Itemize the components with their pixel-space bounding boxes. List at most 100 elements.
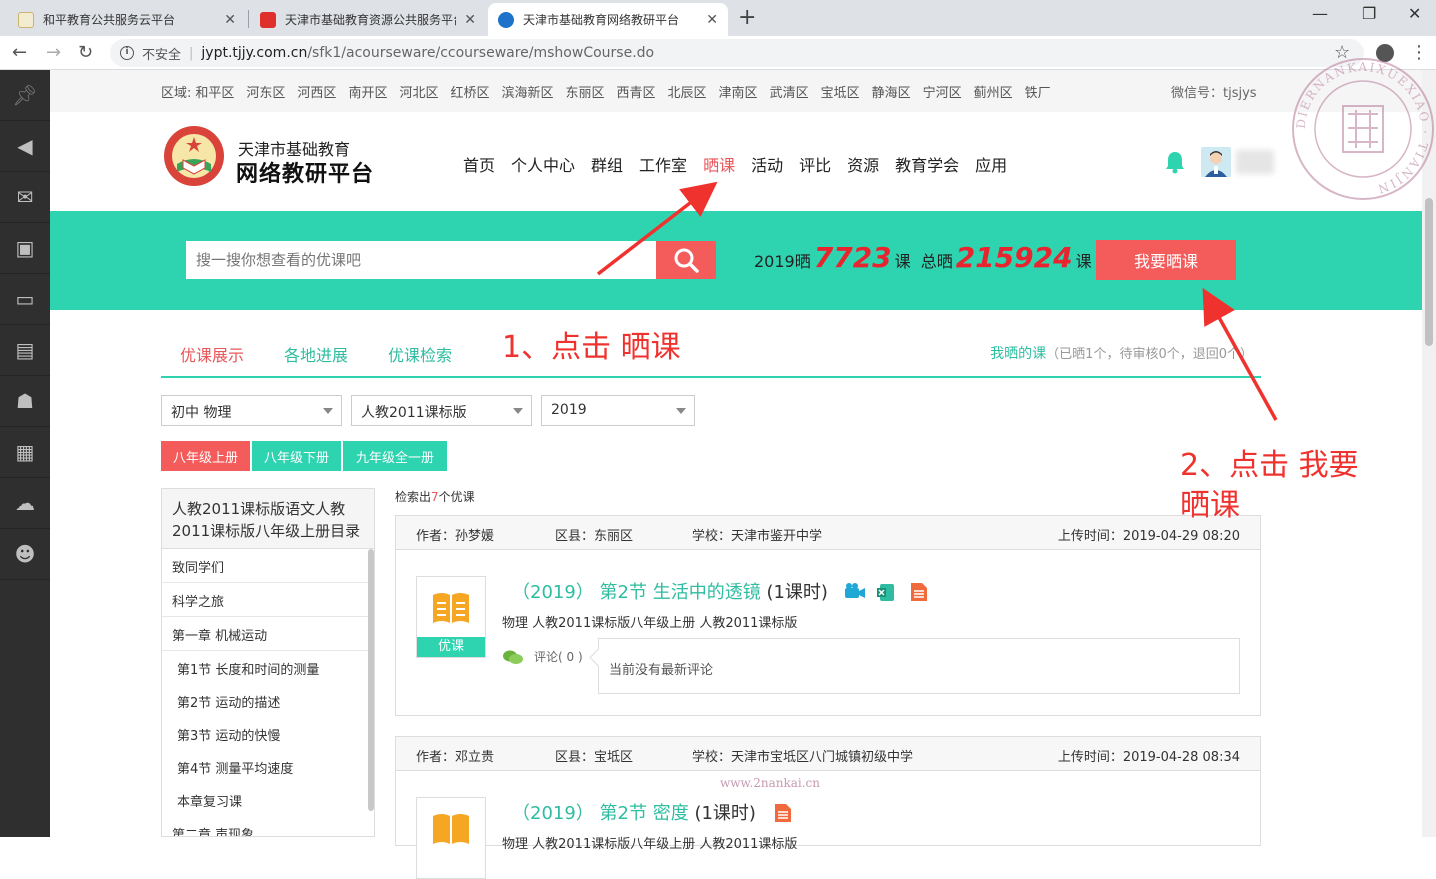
my-lessons-link[interactable]: 我晒的课: [990, 346, 1046, 362]
new-tab-button[interactable]: +: [738, 5, 756, 30]
tree-chapter-item[interactable]: 第一章 机械运动: [162, 617, 369, 651]
region-link[interactable]: 和平区: [195, 82, 234, 101]
nav-item[interactable]: 活动: [751, 152, 783, 176]
restore-icon[interactable]: ❐: [1362, 4, 1376, 23]
region-link[interactable]: 河西区: [297, 82, 336, 101]
region-link[interactable]: 静海区: [872, 82, 911, 101]
close-tab-icon[interactable]: ✕: [464, 12, 476, 28]
region-link[interactable]: 滨海新区: [501, 82, 553, 101]
close-tab-icon[interactable]: ✕: [224, 12, 236, 28]
region-link[interactable]: 武清区: [770, 82, 809, 101]
nav-item[interactable]: 评比: [799, 152, 831, 176]
browser-tab-1[interactable]: 和平教育公共服务云平台 ✕: [8, 3, 246, 36]
cloud-icon[interactable]: ☁: [0, 478, 50, 529]
tab-featured-lessons[interactable]: 优课展示: [180, 342, 244, 366]
region-link[interactable]: 蓟州区: [974, 82, 1013, 101]
tree-chapter-item[interactable]: 致同学们: [162, 549, 369, 583]
lesson-duration: (1课时): [694, 803, 756, 824]
scrollbar-thumb[interactable]: [1425, 198, 1433, 346]
region-link[interactable]: 津南区: [719, 82, 758, 101]
monitor-icon[interactable]: ▭: [0, 274, 50, 325]
tree-section-item[interactable]: 第4节 测量平均速度: [162, 750, 369, 783]
region-link[interactable]: 铁厂: [1025, 82, 1051, 101]
region-link[interactable]: 宁河区: [923, 82, 962, 101]
browser-tab-2[interactable]: 天津市基础教育资源公共服务平台 ✕: [250, 3, 486, 36]
tree-chapter-item[interactable]: 第二章 声现象: [162, 816, 369, 836]
comment-bubble-icon: [503, 650, 523, 664]
left-sidebar: 📌︎ ◀ ✉ ▣ ▭ ▤ ☗ ▦ ☁ ☻: [0, 70, 50, 837]
nav-item[interactable]: 工作室: [639, 152, 687, 176]
close-tab-icon[interactable]: ✕: [706, 12, 718, 28]
year-select[interactable]: 2019: [541, 395, 695, 426]
mail-icon[interactable]: ✉: [0, 172, 50, 223]
lesson-title-link[interactable]: （2019） 第2节 密度 (1课时): [512, 799, 756, 825]
tree-section-item[interactable]: 第2节 运动的描述: [162, 684, 369, 717]
region-link[interactable]: 河北区: [399, 82, 438, 101]
region-link[interactable]: 宝坻区: [821, 82, 860, 101]
lesson-thumbnail[interactable]: 优课: [416, 576, 486, 658]
search-input[interactable]: [186, 241, 656, 279]
region-link[interactable]: 东丽区: [566, 82, 605, 101]
document-icon[interactable]: [772, 803, 794, 823]
search-button[interactable]: [656, 241, 716, 279]
grade-button-9[interactable]: 九年级全一册: [343, 441, 447, 471]
wechat-id: 微信号：tjsjys: [1171, 86, 1257, 101]
subject-select[interactable]: 初中 物理: [161, 395, 342, 426]
region-link[interactable]: 北辰区: [668, 82, 707, 101]
card-header: 作者：邓立贵 区县：宝坻区 学校：天津市宝坻区八门城镇初级中学 上传时间：201…: [396, 737, 1260, 771]
address-bar[interactable]: i 不安全 | jypt.tjjy.com.cn /sfk1/acoursewa…: [110, 39, 1364, 67]
comment-count[interactable]: 评论( 0 ): [502, 648, 583, 665]
minimize-icon[interactable]: —: [1312, 4, 1328, 23]
users-icon[interactable]: ☻: [0, 529, 50, 580]
nav-item[interactable]: 应用: [975, 152, 1007, 176]
info-icon[interactable]: i: [120, 46, 134, 60]
tree-section-item[interactable]: 第1节 长度和时间的测量: [162, 651, 369, 684]
document-icon[interactable]: [908, 582, 930, 602]
tab-title: 天津市基础教育资源公共服务平台: [285, 13, 457, 27]
grade-button-8-up[interactable]: 八年级上册: [161, 441, 250, 471]
share-lesson-button[interactable]: 我要晒课: [1096, 240, 1236, 280]
reload-icon[interactable]: ↻: [78, 42, 93, 63]
stat-total-value: 215924: [955, 241, 1073, 274]
browser-tab-3-active[interactable]: 天津市基础教育网络教研平台 ✕: [488, 3, 728, 36]
nav-item[interactable]: 个人中心: [511, 152, 575, 176]
edition-value: 人教2011课标版: [361, 405, 467, 421]
gallery-icon[interactable]: ▦: [0, 427, 50, 478]
courseware-icon[interactable]: [876, 582, 898, 602]
username-blurred[interactable]: [1236, 150, 1274, 174]
forward-arrow-icon[interactable]: →: [46, 42, 61, 63]
site-logo[interactable]: [161, 124, 227, 188]
video-icon[interactable]: [844, 582, 866, 602]
my-shared-lessons[interactable]: 我晒的课（已晒1个，待审核0个，退回0个）: [990, 343, 1253, 363]
lesson-thumbnail[interactable]: [416, 797, 486, 879]
window-close-icon[interactable]: ✕: [1408, 4, 1421, 23]
nav-item[interactable]: 资源: [847, 152, 879, 176]
tab-lesson-search[interactable]: 优课检索: [388, 342, 452, 366]
region-link[interactable]: 河东区: [246, 82, 285, 101]
tree-section-item[interactable]: 本章复习课: [162, 783, 369, 816]
pin-icon[interactable]: 📌︎: [0, 70, 50, 121]
chat-icon[interactable]: ▤: [0, 325, 50, 376]
lesson-title-link[interactable]: （2019） 第2节 生活中的透镜 (1课时): [512, 578, 828, 604]
share-stats: 2019晒 7723 课 总晒 215924 课: [754, 241, 1092, 274]
user-avatar[interactable]: [1201, 147, 1231, 177]
nav-item[interactable]: 群组: [591, 152, 623, 176]
tree-scrollbar[interactable]: [368, 549, 374, 811]
region-link[interactable]: 西青区: [617, 82, 656, 101]
region-link[interactable]: 南开区: [348, 82, 387, 101]
tab-regional-progress[interactable]: 各地进展: [284, 342, 348, 366]
megaphone-icon[interactable]: ◀: [0, 121, 50, 172]
notification-bell-icon[interactable]: [1164, 150, 1186, 174]
nav-item[interactable]: 晒课: [703, 152, 735, 176]
nav-item[interactable]: 首页: [463, 152, 495, 176]
tree-chapter-item[interactable]: 科学之旅: [162, 583, 369, 617]
edition-select[interactable]: 人教2011课标版: [351, 395, 532, 426]
nav-item[interactable]: 教育学会: [895, 152, 959, 176]
grade-button-8-down[interactable]: 八年级下册: [252, 441, 341, 471]
tree-section-item[interactable]: 第3节 运动的快慢: [162, 717, 369, 750]
card-author: 作者：孙梦媛: [416, 529, 495, 544]
teacher-icon[interactable]: ☗: [0, 376, 50, 427]
contact-card-icon[interactable]: ▣: [0, 223, 50, 274]
region-link[interactable]: 红桥区: [450, 82, 489, 101]
back-arrow-icon[interactable]: ←: [12, 42, 27, 63]
